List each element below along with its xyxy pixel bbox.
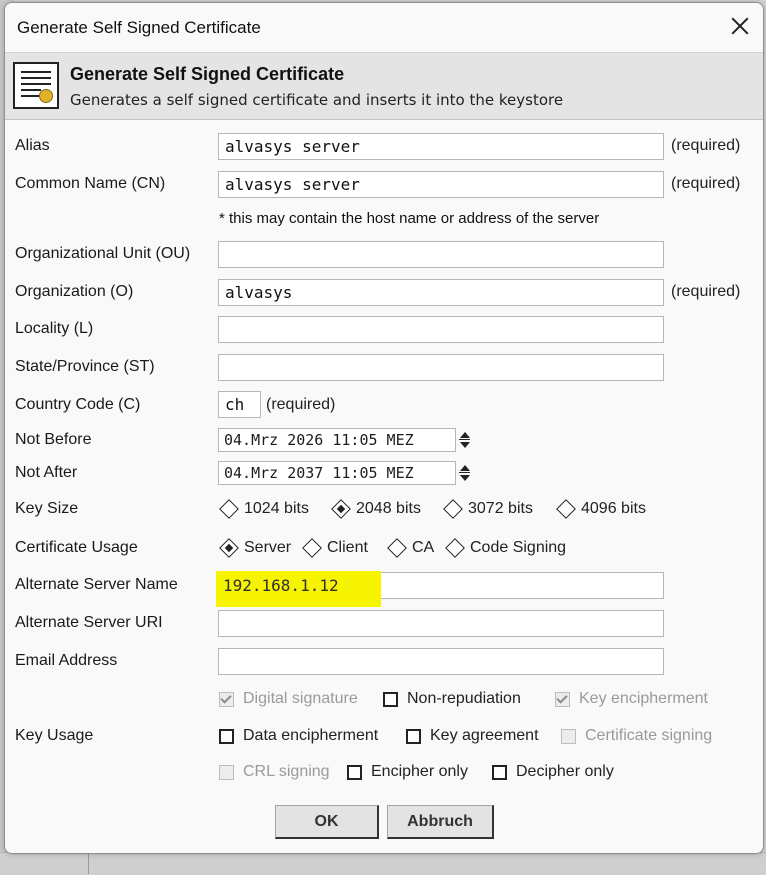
- radio-diamond-icon: [219, 499, 239, 519]
- common-name-hint: * this may contain the host name or addr…: [219, 210, 600, 227]
- background-statusbar: [0, 852, 766, 875]
- organization-label: Organization (O): [15, 283, 134, 300]
- cert-usage-client-radio[interactable]: Client: [301, 538, 368, 558]
- digital-signature-checkbox[interactable]: Digital signature: [219, 690, 358, 708]
- key-usage-label: Key Usage: [15, 727, 94, 744]
- key-encipherment-checkbox[interactable]: Key encipherment: [555, 690, 708, 708]
- common-name-required-note: (required): [671, 175, 741, 192]
- certificate-signing-checkbox[interactable]: Certificate signing: [561, 727, 712, 745]
- checkbox-icon: [347, 764, 362, 780]
- not-after-label: Not After: [15, 464, 78, 481]
- header-description: Generates a self signed certificate and …: [70, 91, 564, 109]
- country-required-note: (required): [266, 396, 336, 413]
- alias-input[interactable]: alvasys server: [218, 133, 664, 160]
- radio-diamond-selected-icon: [331, 499, 351, 519]
- radio-diamond-icon: [445, 538, 465, 558]
- email-label: Email Address: [15, 652, 118, 669]
- checkbox-icon: [219, 728, 234, 744]
- checkbox-icon: [492, 764, 507, 780]
- organization-required-note: (required): [671, 283, 741, 300]
- state-label: State/Province (ST): [15, 358, 155, 375]
- cancel-button[interactable]: Abbruch: [387, 805, 494, 839]
- radio-diamond-selected-icon: [219, 538, 239, 558]
- alias-required-note: (required): [671, 137, 741, 154]
- alt-server-name-label: Alternate Server Name: [15, 576, 178, 593]
- radio-diamond-icon: [443, 499, 463, 519]
- country-input[interactable]: ch: [218, 391, 261, 418]
- not-before-input[interactable]: 04.Mrz 2026 11:05 MEZ: [218, 428, 456, 452]
- alt-server-name-value: 192.168.1.12: [223, 576, 339, 595]
- dialog-header: Generate Self Signed Certificate Generat…: [5, 52, 763, 120]
- checkbox-checked-icon: [555, 691, 570, 707]
- checkbox-icon: [406, 728, 421, 744]
- header-title: Generate Self Signed Certificate: [70, 64, 345, 84]
- crl-signing-checkbox[interactable]: CRL signing: [219, 763, 330, 781]
- certificate-dialog: Generate Self Signed Certificate Generat…: [4, 2, 764, 854]
- key-size-4096-radio[interactable]: 4096 bits: [555, 499, 646, 519]
- cert-usage-code-signing-radio[interactable]: Code Signing: [444, 538, 566, 558]
- radio-diamond-icon: [556, 499, 576, 519]
- email-input[interactable]: [218, 648, 664, 675]
- non-repudiation-checkbox[interactable]: Non-repudiation: [383, 690, 521, 708]
- cert-usage-label: Certificate Usage: [15, 539, 138, 556]
- key-size-1024-radio[interactable]: 1024 bits: [218, 499, 309, 519]
- cert-usage-ca-radio[interactable]: CA: [386, 538, 434, 558]
- not-before-label: Not Before: [15, 431, 92, 448]
- country-label: Country Code (C): [15, 396, 141, 413]
- close-icon[interactable]: [727, 13, 753, 39]
- not-after-input[interactable]: 04.Mrz 2037 11:05 MEZ: [218, 461, 456, 485]
- encipher-only-checkbox[interactable]: Encipher only: [347, 763, 468, 781]
- checkbox-icon: [383, 691, 398, 707]
- ok-button[interactable]: OK: [275, 805, 379, 839]
- not-before-spinner-icon[interactable]: [457, 428, 472, 452]
- org-unit-label: Organizational Unit (OU): [15, 245, 191, 262]
- checkbox-icon: [561, 728, 576, 744]
- checkbox-icon: [219, 764, 234, 780]
- key-size-label: Key Size: [15, 500, 79, 517]
- certificate-icon: [13, 62, 59, 109]
- background-divider: [88, 852, 89, 874]
- org-unit-input[interactable]: [218, 241, 664, 268]
- title-bar: Generate Self Signed Certificate: [5, 3, 763, 49]
- data-encipherment-checkbox[interactable]: Data encipherment: [219, 727, 378, 745]
- alias-label: Alias: [15, 137, 50, 154]
- key-agreement-checkbox[interactable]: Key agreement: [406, 727, 539, 745]
- common-name-input[interactable]: alvasys server: [218, 171, 664, 198]
- radio-diamond-icon: [302, 538, 322, 558]
- organization-input[interactable]: alvasys: [218, 279, 664, 306]
- alt-server-uri-input[interactable]: [218, 610, 664, 637]
- checkbox-checked-icon: [219, 691, 234, 707]
- key-size-3072-radio[interactable]: 3072 bits: [442, 499, 533, 519]
- window-title: Generate Self Signed Certificate: [17, 18, 261, 37]
- alt-server-uri-label: Alternate Server URI: [15, 614, 163, 631]
- not-after-spinner-icon[interactable]: [457, 461, 472, 485]
- locality-input[interactable]: [218, 316, 664, 343]
- key-size-2048-radio[interactable]: 2048 bits: [330, 499, 421, 519]
- state-input[interactable]: [218, 354, 664, 381]
- locality-label: Locality (L): [15, 320, 94, 337]
- cert-usage-server-radio[interactable]: Server: [218, 538, 291, 558]
- radio-diamond-icon: [387, 538, 407, 558]
- decipher-only-checkbox[interactable]: Decipher only: [492, 763, 614, 781]
- common-name-label: Common Name (CN): [15, 175, 166, 192]
